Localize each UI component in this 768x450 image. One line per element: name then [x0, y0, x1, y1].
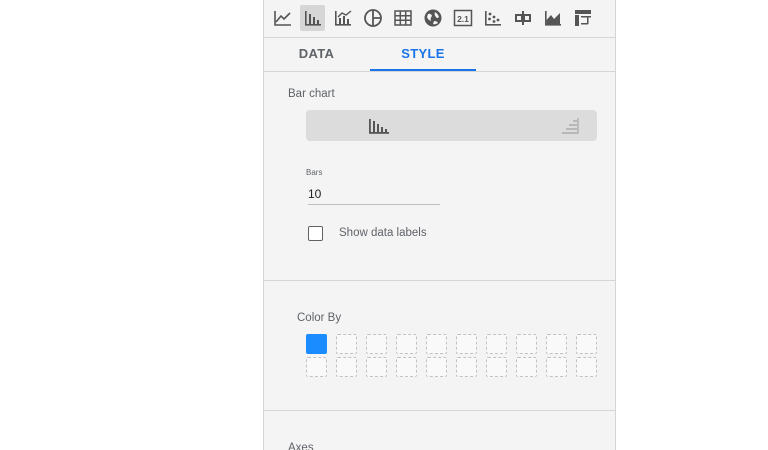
scorecard-button[interactable]: 2.1	[450, 5, 475, 31]
show-data-labels-label: Show data labels	[339, 227, 427, 239]
section-divider	[264, 410, 615, 411]
color-swatch-empty[interactable]	[366, 334, 387, 354]
table-button[interactable]	[390, 5, 415, 31]
color-by-label: Color By	[297, 312, 342, 324]
color-swatch-empty[interactable]	[336, 334, 357, 354]
color-swatch-empty[interactable]	[336, 357, 357, 377]
pie-chart-button[interactable]	[360, 5, 385, 31]
area-chart-button[interactable]	[540, 5, 565, 31]
color-swatch-empty[interactable]	[456, 357, 477, 377]
bullet-chart-button[interactable]	[510, 5, 535, 31]
bars-input[interactable]	[308, 183, 440, 205]
color-swatch-empty[interactable]	[306, 357, 327, 377]
color-swatch-empty[interactable]	[426, 357, 447, 377]
bar-chart-icon	[304, 11, 321, 26]
pie-chart-icon	[363, 9, 382, 27]
color-swatch-empty[interactable]	[546, 357, 567, 377]
axes-section-label: Axes	[288, 442, 314, 450]
scatter-chart-icon	[484, 11, 501, 26]
line-chart-button[interactable]	[270, 5, 295, 31]
vertical-bars-icon	[368, 118, 389, 134]
color-swatch-empty[interactable]	[486, 334, 507, 354]
color-swatch-empty[interactable]	[426, 334, 447, 354]
color-swatch-empty[interactable]	[396, 357, 417, 377]
show-data-labels-checkbox[interactable]	[308, 226, 323, 241]
combo-chart-icon	[334, 10, 351, 26]
bar-chart-button[interactable]	[300, 5, 325, 31]
bullet-chart-icon	[514, 11, 531, 25]
color-swatch-empty[interactable]	[366, 357, 387, 377]
tab-data[interactable]: DATA	[264, 37, 369, 71]
tabs-divider	[264, 71, 615, 72]
style-panel: 2.1 DATA STYLE Bar chart Bars 10 Show da…	[263, 0, 616, 450]
scorecard-icon: 2.1	[453, 9, 472, 27]
pivot-table-icon	[574, 10, 591, 26]
color-swatch-empty[interactable]	[516, 357, 537, 377]
horizontal-bars-icon	[561, 117, 579, 134]
bar-chart-section-label: Bar chart	[288, 88, 335, 100]
section-divider	[264, 280, 615, 281]
panel-tabs: DATA STYLE	[264, 37, 615, 71]
color-swatch-empty[interactable]	[576, 357, 597, 377]
color-swatch-empty[interactable]	[486, 357, 507, 377]
geo-map-icon	[424, 9, 441, 27]
area-chart-icon	[544, 11, 561, 26]
table-icon	[393, 10, 412, 26]
color-swatch-empty[interactable]	[576, 334, 597, 354]
combo-chart-button[interactable]	[330, 5, 355, 31]
scorecard-icon-text: 2.1	[457, 14, 469, 24]
pivot-table-button[interactable]	[570, 5, 595, 31]
color-swatch-selected[interactable]	[306, 334, 327, 354]
color-swatch-empty[interactable]	[396, 334, 417, 354]
horizontal-bars-option[interactable]	[452, 110, 597, 141]
bars-label: Bars	[306, 168, 323, 177]
geo-map-button[interactable]	[420, 5, 445, 31]
scatter-chart-button[interactable]	[480, 5, 505, 31]
color-swatch-empty[interactable]	[456, 334, 477, 354]
color-swatch-empty[interactable]	[516, 334, 537, 354]
orientation-toggle	[306, 110, 597, 141]
chart-type-toolbar: 2.1	[264, 0, 615, 36]
color-swatch-grid	[306, 334, 598, 378]
color-swatch-empty[interactable]	[546, 334, 567, 354]
line-chart-icon	[273, 11, 291, 26]
vertical-bars-option[interactable]	[306, 110, 451, 141]
tab-style[interactable]: STYLE	[370, 37, 476, 71]
